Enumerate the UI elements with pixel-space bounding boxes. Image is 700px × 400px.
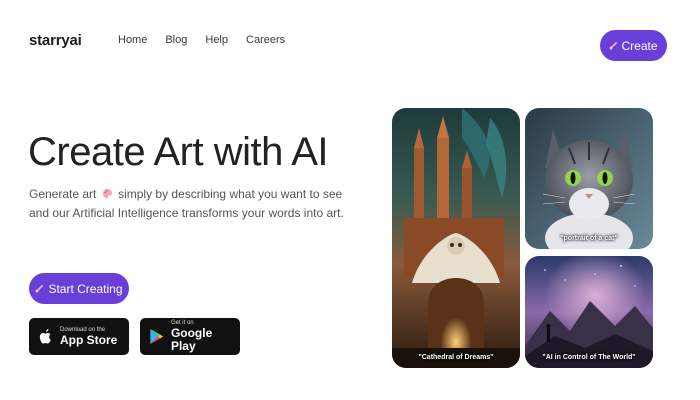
caption-cathedral: "Cathedral of Dreams"	[418, 354, 494, 361]
google-play-badge[interactable]: Get it on Google Play	[140, 318, 240, 355]
google-play-text: Get it on Google Play	[171, 320, 240, 353]
ai-world-artwork	[525, 256, 653, 368]
cathedral-artwork	[392, 108, 520, 368]
google-play-big-text: Google Play	[170, 326, 213, 353]
brand-logo[interactable]: starryai	[29, 32, 82, 49]
hero-title: Create Art with AI	[28, 130, 329, 174]
create-button[interactable]: Create	[600, 30, 667, 61]
hero-subtitle: Generate art simply by describing what y…	[29, 185, 359, 223]
gallery-image-ai-world[interactable]: "AI in Control of The World"	[525, 256, 653, 368]
nav-careers[interactable]: Careers	[246, 34, 285, 46]
paintbrush-icon	[36, 284, 44, 292]
cat-artwork	[525, 108, 653, 249]
caption-ai-world: "AI in Control of The World"	[542, 354, 636, 361]
gallery-image-cathedral[interactable]: "Cathedral of Dreams"	[392, 108, 520, 368]
start-creating-button[interactable]: Start Creating	[29, 273, 129, 304]
hero-subtitle-start: Generate art	[29, 187, 97, 201]
nav-help[interactable]: Help	[205, 34, 228, 46]
nav-home[interactable]: Home	[118, 34, 147, 46]
gallery-image-cat[interactable]: "portrait of a cat"	[525, 108, 653, 249]
paintbrush-icon	[610, 41, 618, 49]
create-button-label: Create	[621, 38, 658, 53]
nav-blog[interactable]: Blog	[165, 34, 187, 46]
app-store-text: Download on the App Store	[60, 327, 117, 347]
app-store-badge[interactable]: Download on the App Store	[29, 318, 129, 355]
start-creating-label: Start Creating	[48, 281, 123, 296]
caption-cat: "portrait of a cat"	[560, 235, 618, 242]
app-store-big-text: App Store	[60, 332, 118, 347]
main-nav: Home Blog Help Careers	[118, 34, 303, 46]
apple-icon	[39, 329, 51, 344]
palette-icon	[102, 188, 112, 199]
play-store-icon	[150, 329, 164, 344]
